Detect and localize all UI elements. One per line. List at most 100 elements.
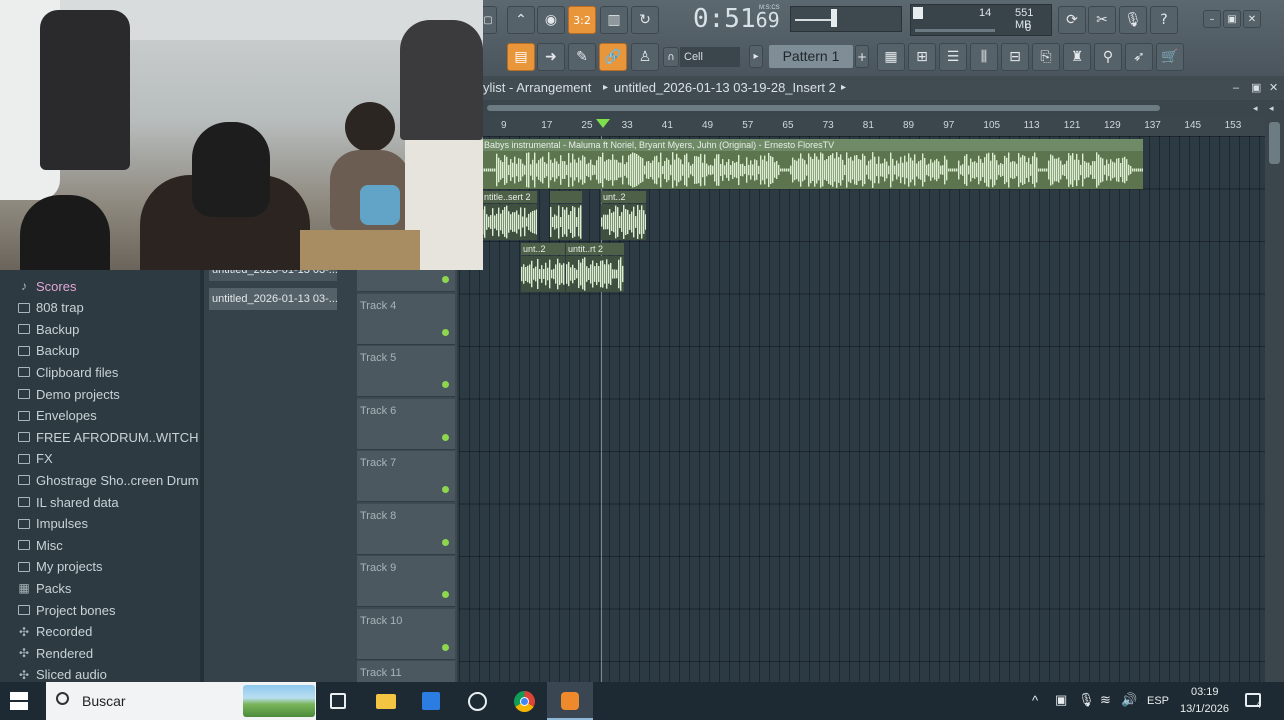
track-header[interactable]: Track 6 — [357, 398, 455, 450]
step-sequencer-icon[interactable]: ⊞ — [908, 43, 936, 71]
file-explorer-icon[interactable] — [376, 694, 396, 709]
plugin-icon[interactable]: ♜ — [1063, 43, 1091, 71]
magnet-icon[interactable]: ∩ — [663, 47, 679, 67]
help-icon[interactable]: ? — [1150, 6, 1178, 34]
track-mute-led[interactable] — [442, 591, 449, 598]
picker-divider[interactable] — [338, 270, 357, 682]
playlist-maximize-icon[interactable]: ▣ — [1251, 76, 1261, 100]
speedtest-icon[interactable] — [468, 692, 487, 711]
cut-tool-icon[interactable]: ✂ — [1088, 6, 1116, 34]
wait-record-icon[interactable]: ◉ — [537, 6, 565, 34]
countdown-icon[interactable]: 3:2 — [568, 6, 596, 34]
browser-item[interactable]: Envelopes — [18, 406, 97, 426]
maximize-icon[interactable]: ▣ — [1223, 10, 1241, 28]
minimize-icon[interactable]: – — [1203, 10, 1221, 28]
clip-c2-waveform[interactable] — [550, 204, 582, 240]
browser-item[interactable]: ✣ Recorded — [18, 622, 92, 642]
tray-mic-icon[interactable]: 🎙 — [1078, 692, 1095, 708]
clip-main-waveform[interactable] — [482, 151, 1143, 189]
tray-wifi-icon[interactable]: ≋ — [1100, 692, 1111, 708]
browser-item[interactable]: FX — [18, 449, 53, 469]
windows-start-icon[interactable] — [10, 692, 28, 710]
add-pattern-icon[interactable]: + — [855, 45, 869, 68]
browser-item[interactable]: Demo projects — [18, 384, 120, 404]
playlist-close-icon[interactable]: ✕ — [1269, 76, 1278, 100]
browser-icon[interactable]: ⎘ — [1032, 43, 1060, 71]
track-header[interactable]: Track 10 — [357, 608, 455, 660]
clip-main-label[interactable]: Babys instrumental - Maluma ft Noriel, B… — [482, 139, 1143, 151]
playlist-view-icon[interactable]: ▤ — [507, 43, 535, 71]
refresh-icon[interactable]: ⟳ — [1058, 6, 1086, 34]
clip-c3-label[interactable]: unt..2 — [601, 191, 646, 203]
browser-item[interactable]: Clipboard files — [18, 362, 118, 382]
clip-c3-waveform[interactable] — [601, 204, 646, 240]
close-icon[interactable]: ✕ — [1243, 10, 1261, 28]
arrow-right-icon[interactable]: ➜ — [537, 43, 565, 71]
playlist-icon[interactable]: ▦ — [877, 43, 905, 71]
pattern-prev-icon[interactable]: ▸ — [749, 45, 763, 68]
browser-item[interactable]: IL shared data — [18, 492, 119, 512]
browser-item[interactable]: ▦ Packs — [18, 578, 71, 598]
clip-c4-label[interactable]: unt..2 — [521, 243, 565, 255]
mic-stand-icon[interactable]: ⚲ — [1094, 43, 1122, 71]
channel-rack-icon[interactable]: ⊟ — [1001, 43, 1029, 71]
browser-item[interactable]: Backup — [18, 341, 79, 361]
picker-item[interactable]: untitled_2026-01-13 03-... — [209, 288, 337, 310]
browser-item[interactable]: Backup — [18, 319, 79, 339]
task-view-icon[interactable] — [330, 693, 346, 709]
shop-icon[interactable]: 🛒 — [1156, 43, 1184, 71]
track-header[interactable]: Track 4 — [357, 293, 455, 345]
track-mute-led[interactable] — [442, 381, 449, 388]
mixer-icon[interactable]: ⫼ — [970, 43, 998, 71]
step-edit-icon[interactable]: ▥ — [600, 6, 628, 34]
track-mute-led[interactable] — [442, 538, 449, 546]
ruler-tick: 105 — [983, 120, 1001, 131]
tray-time[interactable]: 03:19 — [1191, 686, 1219, 698]
clip-c2-label[interactable] — [550, 191, 582, 203]
track-mute-led[interactable] — [442, 433, 449, 441]
browser-item[interactable]: Misc — [18, 535, 63, 555]
clip-c1-label[interactable]: ntitle..sert 2 — [482, 191, 537, 203]
track-header[interactable]: Track 8 — [357, 503, 455, 555]
tray-volume-icon[interactable]: 🔊 — [1121, 692, 1137, 708]
browser-item[interactable]: Project bones — [18, 600, 116, 620]
track-mute-led[interactable] — [442, 276, 449, 283]
piano-roll-icon[interactable]: ☰ — [939, 43, 967, 71]
track-mute-led[interactable] — [442, 328, 449, 336]
clip-c5-label[interactable]: untit..rt 2 — [566, 243, 624, 255]
browser-item[interactable]: 808 trap — [18, 298, 84, 318]
vertical-scrollbar[interactable] — [1265, 118, 1284, 682]
tray-language[interactable]: ESP — [1147, 695, 1169, 707]
browser-item[interactable]: Impulses — [18, 514, 88, 534]
horizontal-scrollbar[interactable]: ◂ ◂ — [483, 100, 1284, 118]
loop-record-icon[interactable]: ↻ — [631, 6, 659, 34]
browser-item[interactable]: Ghostrage Sho..creen Drum Kit — [18, 470, 217, 490]
clip-c5-waveform[interactable] — [566, 256, 624, 292]
master-volume-slider[interactable] — [790, 6, 902, 32]
store-icon[interactable] — [422, 692, 440, 710]
snap-select[interactable]: Cell — [680, 47, 740, 67]
tray-chevron-icon[interactable]: ^ — [1032, 693, 1038, 708]
microphone-icon[interactable]: 🎙 — [1119, 6, 1147, 34]
browser-item[interactable]: My projects — [18, 557, 102, 577]
tray-device-icon[interactable]: ▣ — [1055, 692, 1067, 708]
clip-c1-waveform[interactable] — [482, 204, 537, 240]
send-icon[interactable]: ➶ — [1125, 43, 1153, 71]
track-header[interactable]: Track 9 — [357, 556, 455, 607]
track-header[interactable]: Track 7 — [357, 451, 455, 502]
pencil-icon[interactable]: ✎ — [568, 43, 596, 71]
playlist-breadcrumb[interactable]: untitled_2026-01-13 03-19-28_Insert 2 — [614, 76, 836, 100]
track-mute-led[interactable] — [442, 643, 449, 651]
clip-c4-waveform[interactable] — [521, 256, 565, 292]
tray-date[interactable]: 13/1/2026 — [1180, 703, 1229, 715]
track-mute-led[interactable] — [442, 486, 449, 493]
browser-item[interactable]: ✣ Rendered — [18, 643, 93, 663]
browser-item[interactable]: ♪ Scores — [18, 276, 76, 296]
link-icon[interactable]: 🔗 — [599, 43, 627, 71]
stamp-icon[interactable]: ♙ — [631, 43, 659, 71]
pattern-select[interactable]: Pattern 1 — [769, 45, 853, 68]
metronome-icon[interactable]: ⌃ — [507, 6, 535, 34]
playlist-minimize-icon[interactable]: – — [1233, 76, 1239, 100]
track-header[interactable]: Track 5 — [357, 346, 455, 397]
playhead-marker-icon[interactable] — [596, 119, 610, 128]
